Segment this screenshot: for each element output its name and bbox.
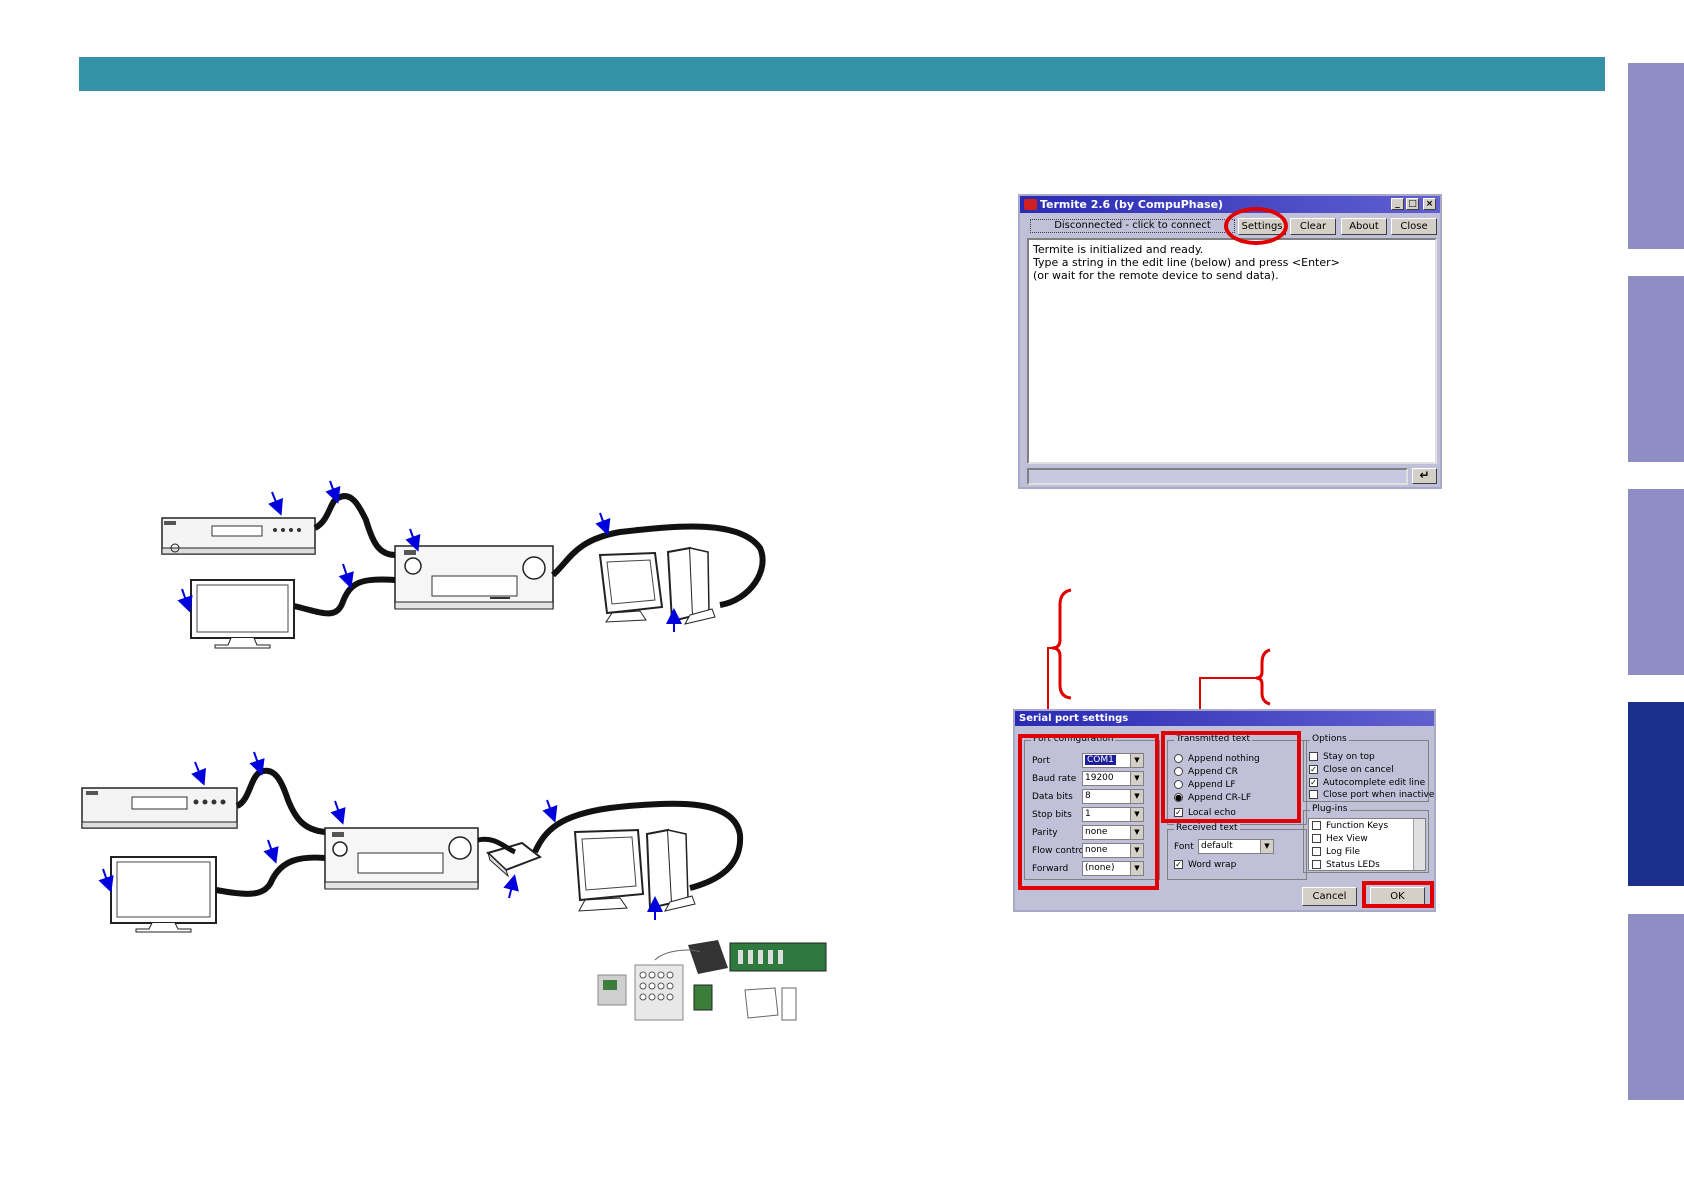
tv-1 bbox=[190, 579, 295, 649]
bluray-player-1 bbox=[161, 517, 316, 555]
plugins-label: Plug-ins bbox=[1310, 804, 1350, 815]
av-receiver-1 bbox=[394, 545, 554, 610]
checkbox-icon bbox=[1312, 860, 1321, 869]
side-tab-2[interactable] bbox=[1628, 276, 1684, 462]
termite-titlebar: Termite 2.6 (by CompuPhase) _ □ × bbox=[1020, 196, 1440, 213]
edit-line-input[interactable] bbox=[1027, 468, 1408, 485]
close-on-cancel-checkbox[interactable]: ✓ Close on cancel bbox=[1309, 764, 1394, 776]
pc-2 bbox=[573, 828, 696, 912]
plugins-list[interactable]: Function Keys Hex View Log File Status L… bbox=[1308, 818, 1426, 871]
plugin-log-file[interactable]: Log File bbox=[1312, 846, 1360, 858]
clear-button[interactable]: Clear bbox=[1290, 218, 1336, 235]
plugins-scrollbar[interactable] bbox=[1413, 819, 1425, 870]
termite-title: Termite 2.6 (by CompuPhase) bbox=[1040, 198, 1224, 211]
connection-status[interactable]: Disconnected - click to connect bbox=[1030, 219, 1235, 233]
font-select[interactable]: default ▼ bbox=[1198, 839, 1274, 854]
connection-diagrams bbox=[81, 480, 827, 1021]
checkbox-icon bbox=[1312, 834, 1321, 843]
close-icon[interactable]: × bbox=[1423, 198, 1436, 210]
pc-1 bbox=[598, 546, 716, 625]
serial-titlebar: Serial port settings bbox=[1015, 711, 1434, 726]
cancel-button[interactable]: Cancel bbox=[1302, 887, 1357, 906]
side-tab-3[interactable] bbox=[1628, 489, 1684, 675]
received-text-label: Received text bbox=[1174, 823, 1240, 834]
connection-photo-collage bbox=[597, 940, 827, 1021]
checkmark-icon: ✓ bbox=[1309, 765, 1318, 774]
termite-app-icon bbox=[1024, 199, 1037, 210]
plugin-hex-view[interactable]: Hex View bbox=[1312, 833, 1368, 845]
checkbox-icon bbox=[1312, 847, 1321, 856]
checkbox-icon bbox=[1309, 752, 1318, 761]
terminal-line: (or wait for the remote device to send d… bbox=[1033, 269, 1279, 282]
plugins-group: Plug-ins Function Keys Hex View Log File… bbox=[1303, 804, 1429, 873]
checkmark-icon: ✓ bbox=[1309, 778, 1318, 787]
plugin-function-keys[interactable]: Function Keys bbox=[1312, 820, 1388, 832]
transmitted-text-highlight bbox=[1161, 731, 1301, 823]
bluray-player-2 bbox=[81, 787, 238, 829]
chevron-down-icon[interactable]: ▼ bbox=[1260, 840, 1273, 853]
maximize-icon[interactable]: □ bbox=[1406, 198, 1419, 210]
port-config-highlight bbox=[1018, 734, 1159, 890]
options-label: Options bbox=[1310, 734, 1349, 745]
checkbox-icon bbox=[1312, 821, 1321, 830]
enter-arrow-icon[interactable]: ↵ bbox=[1412, 468, 1437, 484]
diagram-1 bbox=[161, 480, 766, 649]
close-button[interactable]: Close bbox=[1391, 218, 1437, 235]
settings-highlight bbox=[1224, 207, 1288, 245]
terminal-line: Termite is initialized and ready. bbox=[1033, 243, 1204, 256]
diagram-2 bbox=[81, 751, 744, 933]
options-group: Options Stay on top ✓ Close on cancel ✓ Au… bbox=[1303, 734, 1434, 802]
autocomplete-checkbox[interactable]: ✓ Autocomplete edit line bbox=[1309, 777, 1425, 789]
close-port-inactive-checkbox[interactable]: Close port when inactive bbox=[1309, 789, 1434, 801]
received-text-group: Received text Font default ▼ ✓ Word wrap bbox=[1167, 823, 1307, 880]
stay-on-top-checkbox[interactable]: Stay on top bbox=[1309, 751, 1375, 763]
terminal-output[interactable]: Termite is initialized and ready. Type a… bbox=[1027, 238, 1437, 464]
side-tab-5[interactable] bbox=[1628, 914, 1684, 1100]
tv-2 bbox=[110, 856, 217, 933]
word-wrap-checkbox[interactable]: ✓ Word wrap bbox=[1174, 859, 1236, 871]
ok-highlight bbox=[1362, 881, 1434, 908]
minimize-icon[interactable]: _ bbox=[1391, 198, 1404, 210]
plugin-status-leds[interactable]: Status LEDs bbox=[1312, 859, 1380, 871]
av-receiver-2 bbox=[324, 827, 479, 890]
terminal-line: Type a string in the edit line (below) a… bbox=[1033, 256, 1340, 269]
font-label: Font bbox=[1174, 842, 1194, 852]
side-tab-1[interactable] bbox=[1628, 63, 1684, 249]
termite-window: Termite 2.6 (by CompuPhase) _ □ × Discon… bbox=[1018, 194, 1442, 489]
adapter-box bbox=[486, 841, 543, 878]
checkmark-icon: ✓ bbox=[1174, 860, 1183, 869]
side-tab-4[interactable] bbox=[1628, 702, 1684, 886]
checkbox-icon bbox=[1309, 790, 1318, 799]
about-button[interactable]: About bbox=[1341, 218, 1387, 235]
